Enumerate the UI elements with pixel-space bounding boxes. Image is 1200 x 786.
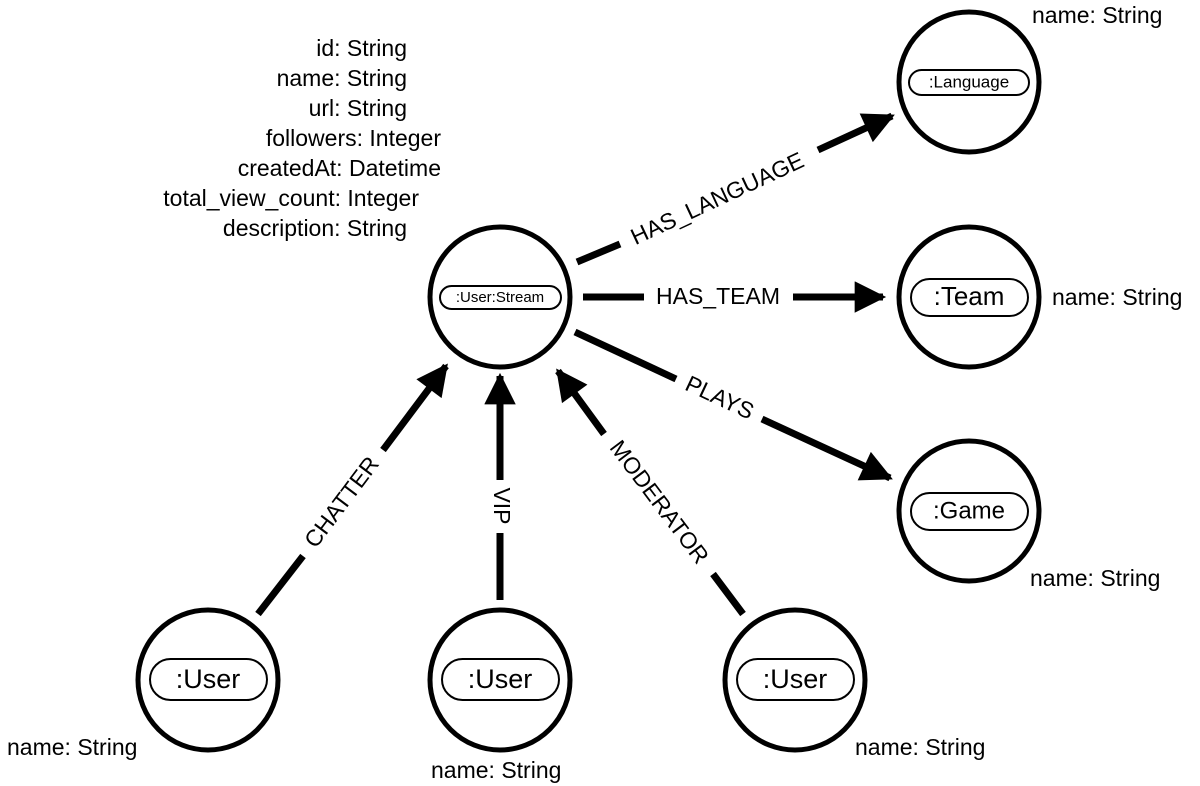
node-user-stream[interactable]: :User:Stream bbox=[427, 224, 573, 370]
language-property: name: String bbox=[1032, 2, 1163, 28]
property: total_view_count: Integer bbox=[163, 185, 419, 211]
edge-vip: VIP bbox=[484, 372, 516, 600]
stream-properties: id: String name: String url: String foll… bbox=[163, 33, 441, 243]
node-user-chatter[interactable]: :User bbox=[135, 607, 281, 753]
node-label: :Language bbox=[929, 72, 1009, 91]
edge-label-moderator: MODERATOR bbox=[605, 435, 714, 568]
property: name: String bbox=[276, 65, 407, 91]
property: createdAt: Datetime bbox=[237, 155, 441, 181]
edge-has-team: HAS_TEAM bbox=[583, 281, 887, 313]
edge-label-chatter: CHATTER bbox=[299, 451, 384, 552]
node-game[interactable]: :Game bbox=[896, 438, 1042, 584]
node-user-vip[interactable]: :User bbox=[427, 607, 573, 753]
property: url: String bbox=[308, 95, 407, 121]
edge-label-has-language: HAS_LANGUAGE bbox=[627, 147, 808, 250]
game-property: name: String bbox=[1030, 565, 1161, 591]
node-label: :User:Stream bbox=[456, 289, 544, 306]
edge-has-language: HAS_LANGUAGE bbox=[575, 112, 895, 266]
node-label: :User bbox=[763, 664, 828, 694]
node-team[interactable]: :Team bbox=[896, 224, 1042, 370]
node-user-moderator[interactable]: :User bbox=[722, 607, 868, 753]
property: description: String bbox=[222, 215, 407, 241]
property: id: String bbox=[316, 35, 407, 61]
team-property: name: String bbox=[1052, 284, 1183, 310]
node-label: :Game bbox=[933, 497, 1005, 524]
property: followers: Integer bbox=[265, 125, 441, 151]
user-moderator-property: name: String bbox=[855, 734, 986, 760]
node-label: :User bbox=[468, 664, 533, 694]
edge-label-vip: VIP bbox=[489, 487, 515, 524]
edge-label-plays: PLAYS bbox=[681, 370, 758, 424]
user-chatter-property: name: String bbox=[7, 734, 138, 760]
edge-chatter: CHATTER bbox=[255, 363, 449, 617]
edge-label-has-team: HAS_TEAM bbox=[656, 283, 780, 309]
node-label: :User bbox=[176, 664, 241, 694]
node-label: :Team bbox=[934, 281, 1005, 311]
node-language[interactable]: :Language bbox=[896, 9, 1042, 155]
user-vip-property: name: String bbox=[431, 757, 562, 783]
